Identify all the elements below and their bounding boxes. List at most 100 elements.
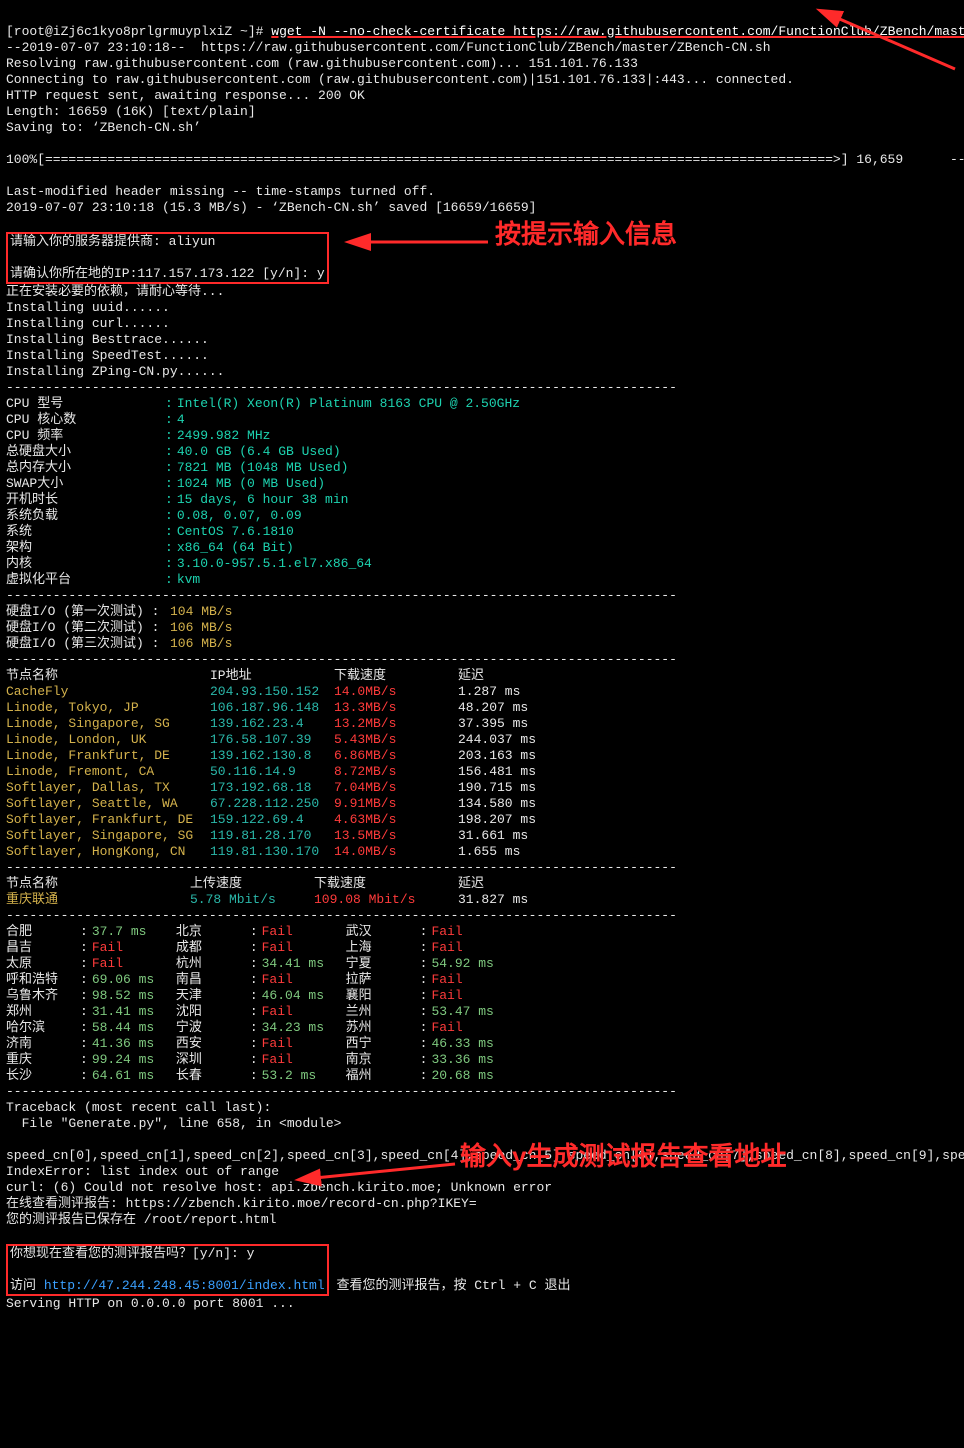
node-dl: 14.0MB/s	[334, 844, 458, 860]
table-row: CacheFly204.93.150.15214.0MB/s1.287 ms	[6, 684, 540, 700]
sys-val: 2499.982 MHz	[177, 428, 524, 444]
ping-city: 郑州	[6, 1004, 80, 1020]
ping-city: 南昌	[176, 972, 250, 988]
node-dl: 5.43MB/s	[334, 732, 458, 748]
ping-val: 37.7 ms	[92, 924, 176, 940]
ping-val: 99.24 ms	[92, 1052, 176, 1068]
node-ip: 119.81.130.170	[210, 844, 334, 860]
node-name: Softlayer, Frankfurt, DE	[6, 812, 210, 828]
sys-colon: :	[165, 460, 177, 476]
wget-progress: 100%[===================================…	[6, 152, 964, 167]
sys-colon: :	[165, 428, 177, 444]
ping-city: 南京	[346, 1052, 420, 1068]
table-row: Softlayer, Frankfurt, DE159.122.69.44.63…	[6, 812, 540, 828]
sys-colon: :	[165, 396, 177, 412]
node-ip: 176.58.107.39	[210, 732, 334, 748]
i1: Installing uuid......	[6, 300, 170, 315]
io-val: 106 MB/s	[170, 636, 236, 652]
ping-val: 20.68 ms	[431, 1068, 515, 1084]
sys-colon: :	[165, 508, 177, 524]
ping-val: 54.92 ms	[431, 956, 515, 972]
ping-city: 苏州	[346, 1020, 420, 1036]
ping-city: 乌鲁木齐	[6, 988, 80, 1004]
io-val: 106 MB/s	[170, 620, 236, 636]
sys-val: kvm	[177, 572, 524, 588]
tb2: File "Generate.py", line 658, in <module…	[6, 1116, 341, 1131]
node-lat: 48.207 ms	[458, 700, 540, 716]
ping-val: Fail	[431, 988, 515, 1004]
ping-city: 宁夏	[346, 956, 420, 972]
sys-key: 架构	[6, 540, 165, 556]
ping-city: 重庆	[6, 1052, 80, 1068]
node-dl: 8.72MB/s	[334, 764, 458, 780]
arrow-1	[360, 232, 490, 257]
ping-city: 合肥	[6, 924, 80, 940]
sys-colon: :	[165, 572, 177, 588]
table-row: 硬盘I/O (第二次测试) :106 MB/s	[6, 620, 236, 636]
table-row: CPU 频率:2499.982 MHz	[6, 428, 524, 444]
arrow-top	[830, 14, 960, 79]
provider-a[interactable]: aliyun	[169, 234, 216, 249]
ip-a[interactable]: y	[317, 266, 325, 281]
table-row: SWAP大小:1024 MB (0 MB Used)	[6, 476, 524, 492]
node-lat: 1.287 ms	[458, 684, 540, 700]
sys-key: 内核	[6, 556, 165, 572]
ping-city: 西安	[176, 1036, 250, 1052]
node-name: Linode, Frankfurt, DE	[6, 748, 210, 764]
i2: Installing curl......	[6, 316, 170, 331]
ping-city: 襄阳	[346, 988, 420, 1004]
ping-val: Fail	[262, 940, 346, 956]
terminal[interactable]: [root@iZj6c1kyo8prlgrmuyplxiZ ~]# wget -…	[0, 0, 964, 1448]
ping-city: 天津	[176, 988, 250, 1004]
node-lat: 37.395 ms	[458, 716, 540, 732]
ping-val: 64.61 ms	[92, 1068, 176, 1084]
node-dl: 13.3MB/s	[334, 700, 458, 716]
node-ip: 204.93.150.152	[210, 684, 334, 700]
ping-val: 69.06 ms	[92, 972, 176, 988]
ping-city: 沈阳	[176, 1004, 250, 1020]
ping-val: 98.52 ms	[92, 988, 176, 1004]
final-a[interactable]: y	[247, 1246, 255, 1261]
ping-table: 合肥:37.7 ms北京:Fail武汉:Fail昌吉:Fail成都:Fail上海…	[6, 924, 958, 1084]
sys-colon: :	[165, 492, 177, 508]
io-table: 硬盘I/O (第一次测试) :104 MB/s硬盘I/O (第二次测试) :10…	[6, 604, 958, 652]
ping-city: 长沙	[6, 1068, 80, 1084]
tb1: Traceback (most recent call last):	[6, 1100, 271, 1115]
sys-val: CentOS 7.6.1810	[177, 524, 524, 540]
sys-key: 开机时长	[6, 492, 165, 508]
ping-city: 宁波	[176, 1020, 250, 1036]
sys-colon: :	[165, 524, 177, 540]
input-box: 请输入你的服务器提供商: aliyun 请确认你所在地的IP:117.157.1…	[6, 232, 329, 284]
sys-val: x86_64 (64 Bit)	[177, 540, 524, 556]
table-row: Softlayer, Seattle, WA67.228.112.2509.91…	[6, 796, 540, 812]
sys-key: 总内存大小	[6, 460, 165, 476]
node-lat: 203.163 ms	[458, 748, 540, 764]
ping-val: 34.23 ms	[262, 1020, 346, 1036]
installing-dep: 正在安装必要的依赖，请耐心等待...	[6, 284, 224, 299]
ping-city: 太原	[6, 956, 80, 972]
report-url[interactable]: http://47.244.248.45:8001/index.html	[44, 1278, 325, 1293]
node-ip: 50.116.14.9	[210, 764, 334, 780]
report-box: 你想现在查看您的测评报告吗？[y/n]: y 访问 http://47.244.…	[6, 1244, 329, 1296]
ping-city: 成都	[176, 940, 250, 956]
i4: Installing SpeedTest......	[6, 348, 209, 363]
node-dl: 14.0MB/s	[334, 684, 458, 700]
final-q: 你想现在查看您的测评报告吗？[y/n]:	[10, 1246, 247, 1261]
hr: ----------------------------------------…	[6, 380, 677, 395]
table-row: Linode, Frankfurt, DE139.162.130.86.86MB…	[6, 748, 540, 764]
sys-colon: :	[165, 476, 177, 492]
speed-table: 节点名称IP地址下载速度延迟CacheFly204.93.150.15214.0…	[6, 668, 958, 860]
table-row: Linode, Singapore, SG139.162.23.413.2MB/…	[6, 716, 540, 732]
tb5: curl: (6) Could not resolve host: api.zb…	[6, 1180, 552, 1195]
ping-val: Fail	[262, 924, 346, 940]
sys-val: 1024 MB (0 MB Used)	[177, 476, 524, 492]
table-row: Linode, Tokyo, JP106.187.96.14813.3MB/s4…	[6, 700, 540, 716]
sys-key: CPU 型号	[6, 396, 165, 412]
ping-val: 34.41 ms	[262, 956, 346, 972]
node-ip: 67.228.112.250	[210, 796, 334, 812]
ping-val: Fail	[431, 924, 515, 940]
io-key: 硬盘I/O (第一次测试) :	[6, 604, 170, 620]
tb4: IndexError: list index out of range	[6, 1164, 279, 1179]
node-dl: 7.04MB/s	[334, 780, 458, 796]
ping-city: 兰州	[346, 1004, 420, 1020]
